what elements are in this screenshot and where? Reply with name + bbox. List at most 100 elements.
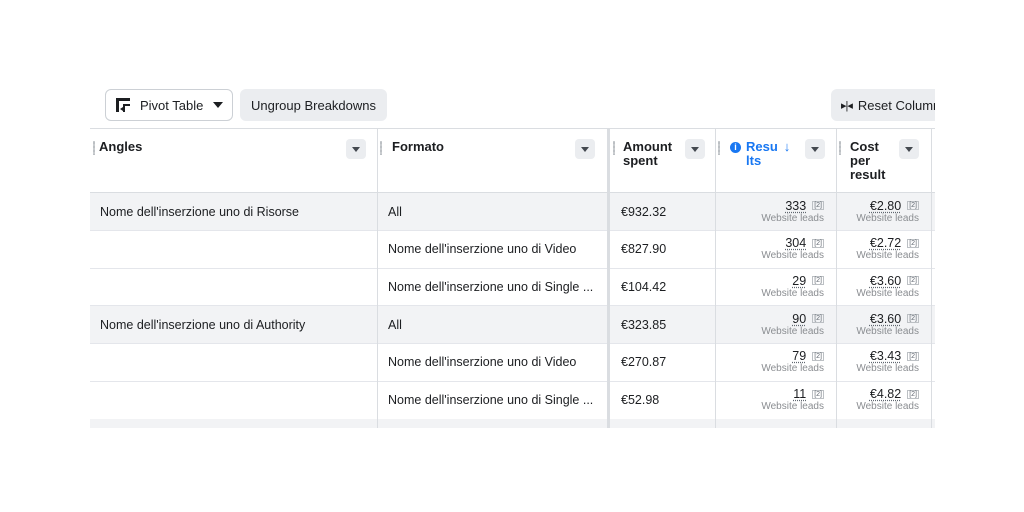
cell-results[interactable]: 79 [2] Website leads <box>715 344 836 381</box>
cost-value: €3.60 <box>869 311 902 326</box>
info-icon[interactable]: i <box>730 142 741 153</box>
drag-handle-icon[interactable] <box>380 141 382 155</box>
cell-results[interactable]: 304 [2] Website leads <box>715 231 836 268</box>
column-header-results[interactable]: i Resu ↓ lts <box>715 128 836 193</box>
cell-results[interactable]: 333 [2] Website leads <box>715 193 836 230</box>
column-header-label: Cost <box>850 139 879 154</box>
cost-subtitle: Website leads <box>856 401 919 412</box>
column-header-formato[interactable]: Formato <box>377 128 608 193</box>
drag-handle-icon[interactable] <box>839 141 841 155</box>
column-divider <box>377 128 378 428</box>
cell-formato: All <box>388 317 402 332</box>
column-menu-button[interactable] <box>575 139 595 159</box>
footnote-badge: [2] <box>907 201 919 210</box>
drag-handle-icon[interactable] <box>718 141 720 155</box>
footnote-badge: [2] <box>907 238 919 248</box>
table-row[interactable]: Nome dell'inserzione uno di Video €270.87… <box>90 344 935 382</box>
footnote-badge: [2] <box>812 238 824 248</box>
footnote-badge: [2] <box>812 276 824 286</box>
cell-angle <box>90 382 377 419</box>
column-header-label: Formato <box>392 139 444 154</box>
cost-value: €3.43 <box>869 349 902 364</box>
cost-value: €2.80 <box>869 198 902 213</box>
cell-results[interactable]: 29 [2] Website leads <box>715 268 836 305</box>
cost-value: €3.60 <box>869 273 902 288</box>
cell-formato: Nome dell'inserzione uno di Video <box>388 242 577 257</box>
footnote-badge: [2] <box>907 314 919 324</box>
column-header-label: spent <box>623 153 658 168</box>
cell-angle <box>90 231 377 268</box>
cell-cost-per-result[interactable]: €3.60 [2] Website leads <box>836 268 931 305</box>
reset-columns-label: Reset Columns <box>857 97 935 113</box>
column-header-label: lts <box>746 153 762 168</box>
cell-results[interactable]: 90 [2] Website leads <box>715 306 836 343</box>
column-menu-button[interactable] <box>685 139 705 159</box>
column-header-label: per <box>850 153 871 168</box>
cell-amount-spent: €323.85 <box>621 317 667 332</box>
column-menu-button[interactable] <box>899 139 919 159</box>
pivot-table-label: Pivot Table <box>140 97 204 113</box>
column-header-label: Angles <box>99 139 143 154</box>
cell-amount-spent: €104.42 <box>621 279 667 294</box>
pivot-table-icon <box>116 98 130 112</box>
column-header-cost-per-result[interactable]: Cost per result <box>836 128 935 193</box>
column-header-label: Resu <box>746 139 778 154</box>
reset-columns-button[interactable]: ▸|◂ Reset Columns <box>831 89 935 121</box>
table-row[interactable]: Nome dell'inserzione uno di Single ... €5… <box>90 382 935 420</box>
chevron-down-icon <box>691 146 699 152</box>
cell-cost-per-result[interactable]: €3.43 [2] Website leads <box>836 344 931 381</box>
cost-value: €4.82 <box>869 387 902 401</box>
footnote-badge: [2] <box>812 201 824 210</box>
results-value: 304 <box>785 236 807 251</box>
table-row[interactable]: Nome dell'inserzione uno di Video €827.90… <box>90 231 935 269</box>
results-subtitle: Website leads <box>761 325 824 337</box>
column-divider <box>715 128 716 428</box>
column-header-label: result <box>850 167 886 182</box>
cost-subtitle: Website leads <box>856 212 919 224</box>
column-menu-button[interactable] <box>805 139 825 159</box>
cell-cost-per-result[interactable]: €2.72 [2] Website leads <box>836 231 931 268</box>
cell-angle <box>90 344 377 381</box>
sort-descending-icon[interactable]: ↓ <box>784 139 791 154</box>
results-subtitle: Website leads <box>761 401 824 412</box>
results-value: 79 <box>792 349 807 364</box>
column-header-angles[interactable]: Angles <box>90 128 377 193</box>
column-divider <box>931 128 932 428</box>
cell-formato: Nome dell'inserzione uno di Single ... <box>388 393 594 407</box>
cell-amount-spent: €827.90 <box>621 242 667 257</box>
table-row[interactable]: Nome dell'inserzione uno di Authority All… <box>90 306 935 345</box>
results-subtitle: Website leads <box>761 250 824 262</box>
table-row[interactable]: Nome dell'inserzione uno di Risorse All €9… <box>90 193 935 231</box>
column-menu-button[interactable] <box>346 139 366 159</box>
footnote-badge: [2] <box>907 276 919 286</box>
drag-handle-icon[interactable] <box>613 141 615 155</box>
pivot-table-button[interactable]: Pivot Table <box>105 89 233 121</box>
column-divider <box>607 128 610 428</box>
cell-amount-spent: €270.87 <box>621 355 667 370</box>
table-row[interactable]: Nome dell'inserzione uno di Single ... €1… <box>90 268 935 307</box>
cell-angle: Nome dell'inserzione uno di Risorse <box>100 204 300 219</box>
results-value: 29 <box>792 273 807 288</box>
drag-handle-icon[interactable] <box>93 141 95 155</box>
column-divider <box>836 128 837 428</box>
cell-cost-per-result[interactable]: €2.80 [2] Website leads <box>836 193 931 230</box>
column-header-amount-spent[interactable]: Amount spent <box>608 128 715 193</box>
chevron-down-icon <box>811 146 819 152</box>
footnote-badge: [2] <box>907 351 919 361</box>
footnote-badge: [2] <box>812 389 824 399</box>
toolbar: Pivot Table Ungroup Breakdowns ▸|◂ Reset… <box>90 83 935 128</box>
cell-formato: Nome dell'inserzione uno di Single ... <box>388 279 594 294</box>
results-subtitle: Website leads <box>761 212 824 224</box>
ungroup-breakdowns-button[interactable]: Ungroup Breakdowns <box>240 89 387 121</box>
cost-subtitle: Website leads <box>856 250 919 262</box>
results-subtitle: Website leads <box>761 363 824 375</box>
cell-amount-spent: €52.98 <box>621 393 660 407</box>
results-value: 11 <box>793 387 807 401</box>
cell-cost-per-result[interactable]: €4.82 [2] Website leads <box>836 382 931 419</box>
cell-angle <box>90 268 377 305</box>
ungroup-breakdowns-label: Ungroup Breakdowns <box>250 97 377 113</box>
reset-columns-icon: ▸|◂ <box>841 99 853 112</box>
cell-cost-per-result[interactable]: €3.60 [2] Website leads <box>836 306 931 343</box>
cell-results[interactable]: 11 [2] Website leads <box>715 382 836 419</box>
pivot-table-panel: Pivot Table Ungroup Breakdowns ▸|◂ Reset… <box>90 83 935 428</box>
